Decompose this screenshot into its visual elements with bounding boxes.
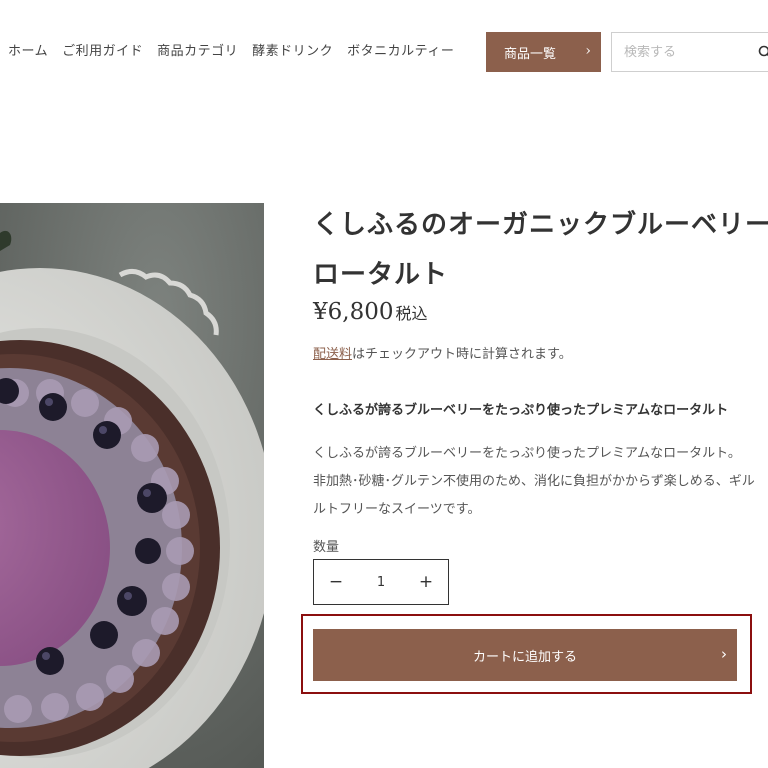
product-headline: くしふるが誇るブルーベリーをたっぷり使ったプレミアムなロータルト bbox=[313, 403, 729, 418]
chevron-right-icon: › bbox=[721, 645, 727, 663]
nav-item-home[interactable]: ホーム bbox=[8, 40, 48, 59]
quantity-label: 数量 bbox=[313, 540, 340, 555]
quantity-stepper: − 1 + bbox=[313, 559, 449, 605]
description-line: くしふるが誇るブルーベリーをたっぷり使ったプレミアムなロータルト。 bbox=[313, 446, 741, 461]
chevron-right-icon: › bbox=[585, 43, 591, 59]
description-line: 非加熱･砂糖･グルテン不使用のため、消化に負担がかからず楽しめる、ギル bbox=[313, 474, 755, 489]
main-nav: ホーム ご利用ガイド 商品カテゴリ 酵素ドリンク ボタニカルティー bbox=[8, 40, 454, 59]
price-value: ¥6,800 bbox=[313, 299, 394, 325]
product-price: ¥6,800 税込 bbox=[313, 299, 428, 325]
decrease-quantity-button[interactable]: − bbox=[328, 572, 344, 592]
search-input[interactable] bbox=[624, 44, 754, 60]
nav-item-categories[interactable]: 商品カテゴリ bbox=[157, 40, 238, 59]
product-title: くしふるのオーガニックブルーベリーロータルト bbox=[313, 210, 768, 290]
add-to-cart-button[interactable]: カートに追加する › bbox=[313, 629, 737, 681]
nav-item-enzyme-drink[interactable]: 酵素ドリンク bbox=[252, 40, 333, 59]
product-description: くしふるが誇るブルーベリーをたっぷり使ったプレミアムなロータルト。 非加熱･砂糖… bbox=[313, 440, 768, 524]
shipping-note: 配送料はチェックアウト時に計算されます。 bbox=[313, 343, 572, 362]
products-list-label: 商品一覧 bbox=[504, 46, 557, 62]
products-list-button[interactable]: 商品一覧 › bbox=[486, 32, 601, 72]
shipping-text: はチェックアウト時に計算されます。 bbox=[352, 347, 572, 362]
shipping-link[interactable]: 配送料 bbox=[313, 347, 352, 362]
quantity-value[interactable]: 1 bbox=[377, 575, 385, 590]
nav-item-botanical-tea[interactable]: ボタニカルティー bbox=[347, 40, 454, 59]
search-box bbox=[611, 32, 768, 72]
increase-quantity-button[interactable]: + bbox=[418, 572, 434, 592]
search-icon[interactable] bbox=[758, 45, 768, 59]
product-image bbox=[0, 203, 264, 768]
tax-label: 税込 bbox=[395, 304, 428, 323]
add-to-cart-label: カートに追加する bbox=[472, 649, 577, 665]
description-line: ルトフリーなスイーツです。 bbox=[313, 502, 481, 517]
nav-item-guide[interactable]: ご利用ガイド bbox=[62, 40, 143, 59]
blueberry-tart-photo bbox=[0, 203, 264, 768]
